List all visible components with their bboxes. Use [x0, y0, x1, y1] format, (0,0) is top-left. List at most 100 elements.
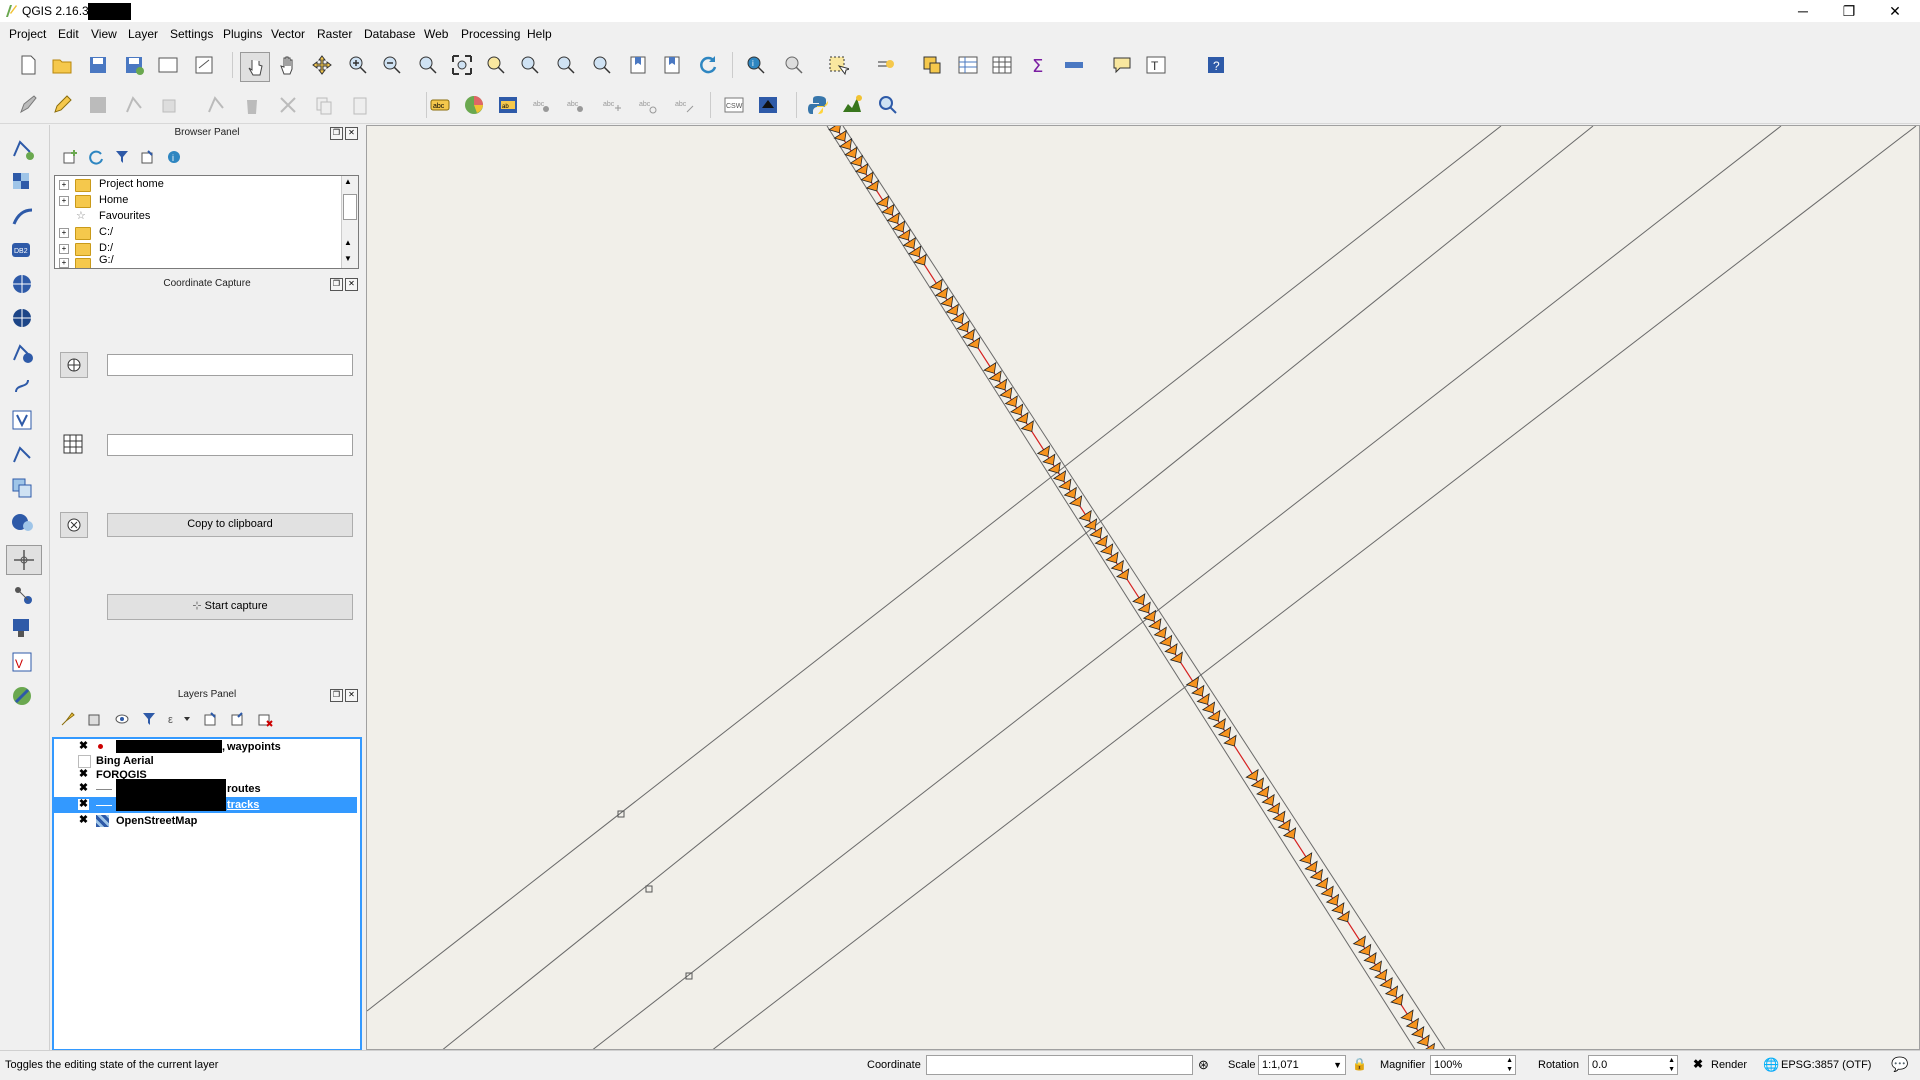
close-panel-button[interactable]: ✕ [345, 278, 358, 291]
copy-features-icon[interactable] [312, 93, 336, 117]
save-project-icon[interactable] [86, 53, 110, 77]
browser-scrollbar[interactable]: ▲ ▲ ▼ [341, 176, 358, 268]
deselect-all-icon[interactable] [920, 53, 944, 77]
rotation-spinbox[interactable]: 0.0 ▲ ▼ [1588, 1055, 1678, 1075]
add-wfs-vector-icon[interactable]: V [6, 649, 40, 677]
identify-features-icon[interactable]: i [744, 53, 768, 77]
save-layer-edits-icon[interactable] [86, 93, 110, 117]
menu-raster[interactable]: Raster [317, 27, 352, 41]
magnifier-spinbox[interactable]: 100% ▲ ▼ [1430, 1055, 1516, 1075]
map-tips-icon[interactable] [1110, 53, 1134, 77]
new-project-icon[interactable] [16, 53, 40, 77]
filter-browser-icon[interactable] [114, 149, 130, 165]
tree-item-home[interactable]: + Home [55, 192, 340, 208]
add-georeferencer-icon[interactable] [6, 683, 40, 711]
menu-project[interactable]: Project [9, 27, 46, 41]
add-vector-layer-icon[interactable] [6, 135, 40, 163]
node-tool-icon[interactable] [204, 93, 228, 117]
delete-selected-icon[interactable] [240, 93, 264, 117]
add-virtual-layer-icon[interactable] [6, 407, 40, 435]
add-wms-layer-icon[interactable] [6, 271, 40, 299]
refresh-browser-icon[interactable] [88, 149, 104, 165]
highlight-labels-icon[interactable]: ab [496, 93, 520, 117]
float-panel-button[interactable]: ❐ [330, 278, 343, 291]
tree-item-project-home[interactable]: + Project home [55, 176, 340, 192]
layer-checkbox[interactable]: ✖ [78, 741, 89, 752]
filter-by-expression-icon[interactable]: ε [168, 711, 192, 727]
expand-all-icon[interactable] [203, 711, 219, 727]
browser-properties-icon[interactable]: i [166, 149, 182, 165]
layer-diagram-icon[interactable] [462, 93, 486, 117]
menu-help[interactable]: Help [527, 27, 552, 41]
move-feature-icon[interactable] [158, 93, 182, 117]
select-by-value-icon[interactable] [874, 53, 898, 77]
composer-manager-icon[interactable] [192, 53, 216, 77]
field-calculator-icon[interactable] [990, 53, 1014, 77]
collapse-all-icon[interactable] [230, 711, 246, 727]
scroll-up-icon[interactable]: ▲ [344, 177, 352, 186]
manage-map-themes-icon[interactable] [114, 711, 130, 727]
filter-legend-icon[interactable] [141, 711, 157, 727]
layer-styling-icon[interactable] [60, 711, 76, 727]
zoom-out-icon[interactable] [380, 53, 404, 77]
pan-map-icon[interactable] [276, 53, 300, 77]
remove-layer-icon[interactable] [257, 711, 273, 727]
copy-to-clipboard-button[interactable]: Copy to clipboard [107, 513, 353, 537]
measure-line-icon[interactable] [1062, 53, 1086, 77]
menu-vector[interactable]: Vector [271, 27, 305, 41]
attribute-table-icon[interactable] [956, 53, 980, 77]
add-postgis-layer-icon[interactable] [6, 203, 40, 231]
toggle-extents-icon[interactable]: ⊛ [1198, 1057, 1209, 1073]
map-canvas[interactable] [366, 125, 1920, 1050]
add-mssql-layer-icon[interactable] [6, 475, 40, 503]
layer-labeling-icon[interactable]: abc [428, 93, 452, 117]
tree-item-favourites[interactable]: ☆ Favourites [55, 208, 340, 224]
cut-features-icon[interactable] [276, 93, 300, 117]
crs-selector-button[interactable] [60, 352, 88, 378]
rotate-label-icon[interactable]: abc [636, 93, 660, 117]
touch-zoom-pan-icon[interactable] [240, 52, 270, 82]
add-oracle-layer-icon[interactable] [6, 509, 40, 537]
layer-row-tracks[interactable]: ✖ tracks [54, 795, 357, 813]
menu-edit[interactable]: Edit [58, 27, 79, 41]
add-arcgis-layer-icon[interactable] [6, 615, 40, 643]
minimize-button[interactable]: ─ [1780, 0, 1826, 22]
tree-item-d-drive[interactable]: + D:/ [55, 240, 340, 256]
toggle-editing-icon[interactable] [50, 93, 74, 117]
add-geonode-layer-icon[interactable] [6, 581, 40, 609]
statistical-summary-icon[interactable]: Σ [1026, 53, 1050, 77]
select-features-icon[interactable] [826, 53, 850, 77]
zoom-to-selection-icon[interactable] [484, 53, 508, 77]
pin-labels-icon[interactable]: abc [530, 93, 554, 117]
save-as-icon[interactable] [122, 53, 146, 77]
show-bookmarks-icon[interactable] [660, 53, 684, 77]
profile-tool-icon[interactable] [840, 93, 864, 117]
globe-icon[interactable]: 🌐 [1763, 1057, 1779, 1073]
paste-features-icon[interactable] [348, 93, 372, 117]
change-label-icon[interactable]: abc [672, 93, 696, 117]
lock-scale-icon[interactable]: 🔒 [1352, 1057, 1367, 1071]
new-shapefile-icon[interactable] [6, 441, 40, 469]
scroll-thumb[interactable] [343, 194, 357, 220]
python-console-icon[interactable] [806, 93, 830, 117]
current-edits-icon[interactable] [16, 93, 40, 117]
zoom-next-icon[interactable] [590, 53, 614, 77]
start-capture-button[interactable]: ⊹ Start capture [107, 594, 353, 620]
metasearch-icon[interactable]: CSW [722, 93, 746, 117]
layer-checkbox[interactable]: ✖ [78, 815, 89, 826]
add-wcs-layer-icon[interactable] [6, 305, 40, 333]
add-feature-icon[interactable] [122, 93, 146, 117]
menu-plugins[interactable]: Plugins [223, 27, 262, 41]
menu-settings[interactable]: Settings [170, 27, 213, 41]
scale-combo[interactable]: 1:1,071 ▼ [1258, 1055, 1346, 1075]
text-annotation-icon[interactable]: T [1144, 53, 1168, 77]
scroll-up-icon[interactable]: ▲ [344, 238, 352, 247]
zoom-native-icon[interactable] [416, 53, 440, 77]
copy-clipboard-icon-button[interactable] [60, 512, 88, 538]
collapse-all-icon[interactable] [140, 149, 156, 165]
run-feature-action-icon[interactable] [782, 53, 806, 77]
float-panel-button[interactable]: ❐ [330, 127, 343, 140]
layer-row-openstreetmap[interactable]: ✖ OpenStreetMap [54, 813, 357, 829]
add-spatialite-layer-icon[interactable]: DB2 [6, 237, 40, 265]
move-label-icon[interactable]: abc [600, 93, 624, 117]
